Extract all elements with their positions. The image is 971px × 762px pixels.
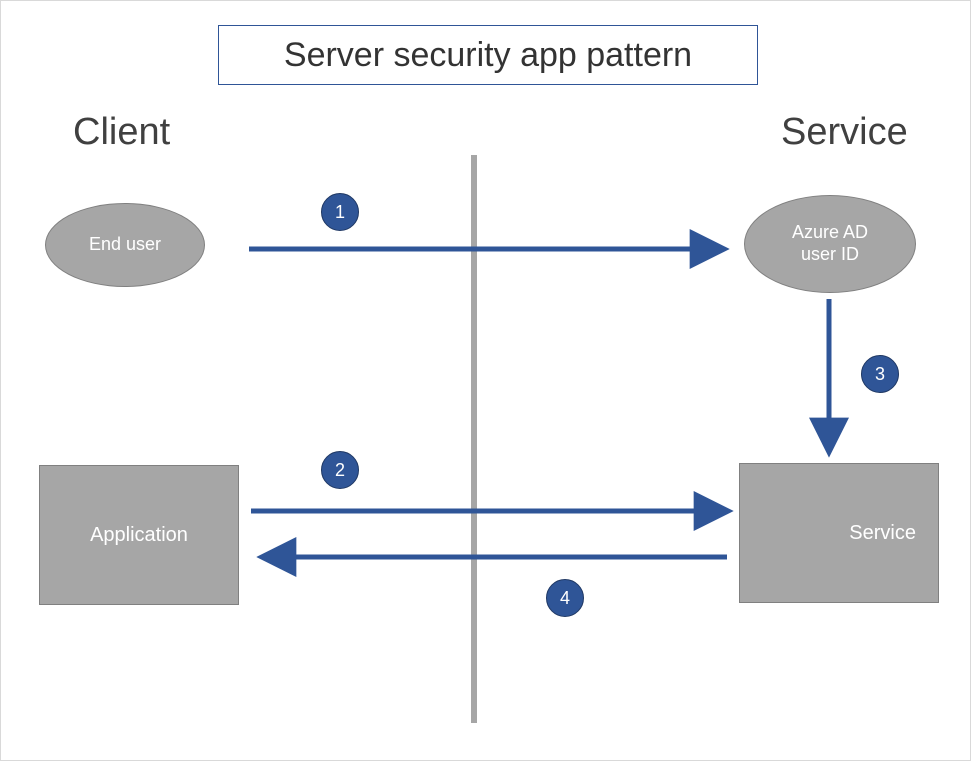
node-service: Service bbox=[739, 463, 939, 603]
diagram-canvas: Server security app pattern Client Servi… bbox=[0, 0, 971, 761]
node-application-label: Application bbox=[90, 524, 188, 547]
step-badge-1: 1 bbox=[321, 193, 359, 231]
node-application: Application bbox=[39, 465, 239, 605]
node-azure-ad: Azure AD user ID bbox=[744, 195, 916, 293]
step-badge-3: 3 bbox=[861, 355, 899, 393]
diagram-title: Server security app pattern bbox=[218, 25, 758, 85]
step-badge-4: 4 bbox=[546, 579, 584, 617]
region-label-service: Service bbox=[781, 111, 908, 154]
node-service-label: Service bbox=[849, 522, 916, 545]
node-end-user-label: End user bbox=[89, 234, 161, 256]
node-end-user: End user bbox=[45, 203, 205, 287]
node-azure-ad-label: Azure AD user ID bbox=[792, 222, 868, 265]
region-label-client: Client bbox=[73, 111, 170, 154]
step-badge-2: 2 bbox=[321, 451, 359, 489]
divider-vertical bbox=[471, 155, 477, 723]
